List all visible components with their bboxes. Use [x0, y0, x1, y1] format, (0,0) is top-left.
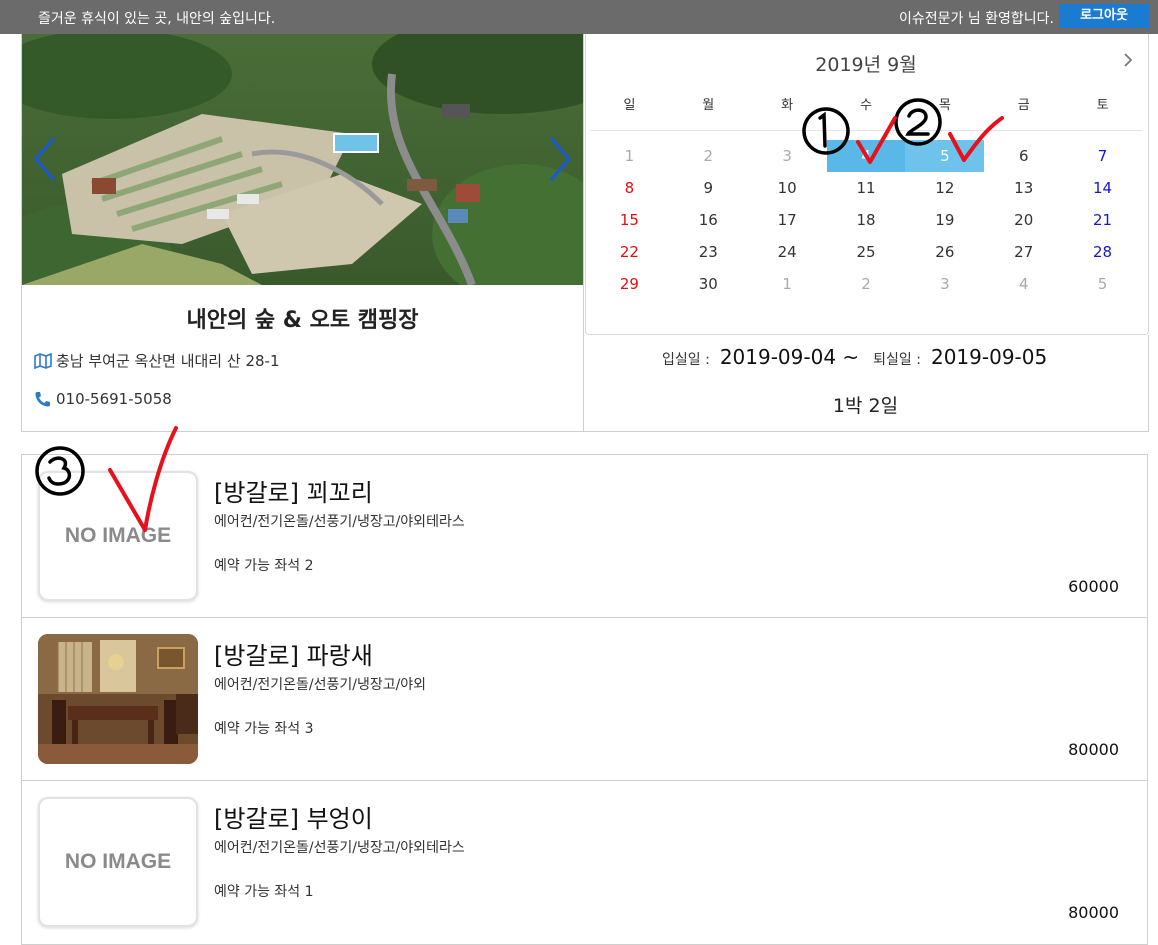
room-item[interactable]: [방갈로] 파랑새 에어컨/전기온돌/선풍기/냉장고/야외 예약 가능 좌석 3…	[22, 618, 1147, 781]
map-icon	[34, 352, 52, 369]
chevron-left-icon	[34, 137, 56, 181]
weekday-label: 토	[1096, 98, 1109, 113]
room-price: 60000	[1068, 577, 1119, 596]
calendar-day[interactable]: 2	[827, 268, 906, 300]
welcome-message: 이슈전문가 님 환영합니다.	[898, 11, 1054, 27]
calendar-day[interactable]: 5	[1063, 268, 1142, 300]
campsite-info: 내안의 숲 & 오토 캠핑장 충남 부여군 옥산면 내대리 산 28-1 010…	[21, 34, 584, 432]
calendar-day[interactable]: 18	[827, 204, 906, 236]
calendar-day[interactable]: 9	[669, 172, 748, 204]
room-price: 80000	[1068, 740, 1119, 759]
campsite-phone: 010-5691-5058	[34, 390, 172, 408]
room-list: NO IMAGE [방갈로] 꾀꼬리 에어컨/전기온돌/선풍기/냉장고/야외테라…	[21, 454, 1148, 945]
weekday-label: 수	[860, 98, 872, 113]
weekday-label: 금	[1017, 98, 1030, 113]
weekday-label: 일	[623, 98, 636, 113]
room-available-seats: 예약 가능 좌석 1	[214, 884, 314, 900]
weekday-label: 화	[781, 98, 794, 113]
calendar-day[interactable]: 11	[827, 172, 906, 204]
calendar-day[interactable]: 19	[905, 204, 984, 236]
booking-summary: 입실일 : 2019-09-04 ~ 퇴실일 : 2019-09-05 1박 2…	[584, 335, 1149, 432]
calendar-day[interactable]: 4	[826, 140, 906, 172]
room-name: [방갈로] 부엉이	[214, 805, 373, 833]
room-features: 에어컨/전기온돌/선풍기/냉장고/야외테라스	[214, 840, 465, 856]
checkout-value: 2019-09-05	[930, 345, 1048, 369]
calendar-day[interactable]: 14	[1063, 172, 1142, 204]
calendar-month-title: 2019년 9월	[815, 54, 917, 76]
calendar-day[interactable]: 6	[984, 140, 1063, 172]
checkin-label: 입실일 :	[662, 352, 710, 368]
calendar-day[interactable]: 15	[590, 204, 669, 236]
top-bar: 즐거운 휴식이 있는 곳, 내안의 숲입니다. 이슈전문가 님 환영합니다. 로…	[0, 0, 1158, 34]
campsite-photo	[22, 34, 583, 285]
room-name: [방갈로] 파랑새	[214, 642, 373, 670]
phone-text: 010-5691-5058	[56, 390, 172, 408]
calendar-day[interactable]: 5	[905, 140, 985, 172]
room-available-seats: 예약 가능 좌석 2	[214, 558, 314, 574]
calendar-day[interactable]: 12	[905, 172, 984, 204]
calendar-day[interactable]: 23	[669, 236, 748, 268]
calendar-day[interactable]: 27	[984, 236, 1063, 268]
calendar-day[interactable]: 13	[984, 172, 1063, 204]
weekday-label: 목	[938, 98, 951, 113]
calendar-day[interactable]: 8	[590, 172, 669, 204]
calendar-day[interactable]: 21	[1063, 204, 1142, 236]
calendar-day[interactable]: 10	[748, 172, 827, 204]
calendar-day[interactable]: 1	[748, 268, 827, 300]
photo-next-arrow[interactable]	[545, 134, 575, 184]
no-image-placeholder: NO IMAGE	[38, 471, 198, 601]
site-tagline: 즐거운 휴식이 있는 곳, 내안의 숲입니다.	[38, 11, 276, 27]
booking-dates: 입실일 : 2019-09-04 ~ 퇴실일 : 2019-09-05	[662, 345, 1061, 369]
calendar-day[interactable]: 3	[905, 268, 984, 300]
photo-prev-arrow[interactable]	[30, 134, 60, 184]
calendar-day[interactable]: 17	[748, 204, 827, 236]
calendar-day[interactable]: 2	[669, 140, 748, 172]
calendar-day[interactable]: 4	[984, 268, 1063, 300]
next-month-button[interactable]	[1120, 50, 1136, 70]
checkout-label: 퇴실일 :	[873, 352, 921, 368]
calendar-day[interactable]: 3	[748, 140, 827, 172]
chevron-right-icon	[1124, 53, 1133, 67]
calendar-day[interactable]: 24	[748, 236, 827, 268]
calendar-day[interactable]: 22	[590, 236, 669, 268]
calendar-day[interactable]: 28	[1063, 236, 1142, 268]
calendar-day[interactable]: 29	[590, 268, 669, 300]
room-item[interactable]: NO IMAGE [방갈로] 꾀꼬리 에어컨/전기온돌/선풍기/냉장고/야외테라…	[22, 455, 1147, 618]
room-photo	[38, 634, 198, 764]
calendar-day[interactable]: 1	[590, 140, 669, 172]
weekday-header: 일월화수목금토	[590, 94, 1142, 113]
no-image-placeholder: NO IMAGE	[38, 797, 198, 927]
checkin-value: 2019-09-04 ~	[719, 345, 860, 369]
address-text: 충남 부여군 옥산면 내대리 산 28-1	[56, 352, 280, 370]
calendar-day[interactable]: 20	[984, 204, 1063, 236]
room-available-seats: 예약 가능 좌석 3	[214, 721, 314, 737]
logout-button[interactable]: 로그아웃	[1059, 4, 1149, 28]
room-name: [방갈로] 꾀꼬리	[214, 479, 373, 507]
room-features: 에어컨/전기온돌/선풍기/냉장고/야외테라스	[214, 514, 465, 530]
calendar-day[interactable]: 30	[669, 268, 748, 300]
chevron-right-icon	[549, 137, 571, 181]
divider	[590, 130, 1142, 131]
campsite-address: 충남 부여군 옥산면 내대리 산 28-1	[34, 350, 280, 371]
room-item[interactable]: NO IMAGE [방갈로] 부엉이 에어컨/전기온돌/선풍기/냉장고/야외테라…	[22, 781, 1147, 944]
phone-icon	[35, 392, 50, 407]
calendar-day[interactable]: 25	[827, 236, 906, 268]
room-price: 80000	[1068, 903, 1119, 922]
weekday-label: 월	[702, 98, 715, 113]
stay-duration: 1박 2일	[832, 395, 899, 417]
room-features: 에어컨/전기온돌/선풍기/냉장고/야외	[214, 677, 427, 693]
campsite-name: 내안의 숲 & 오토 캠핑장	[186, 308, 419, 333]
calendar-days: 1 2 3 4 5 6 7 8 9 10 11 12 13 14 15 16 17 18 19 20 21 22 23 24 2…	[590, 140, 1142, 300]
calendar-day[interactable]: 16	[669, 204, 748, 236]
calendar-day[interactable]: 26	[905, 236, 984, 268]
date-picker-calendar: 2019년 9월 일월화수목금토 1 2 3 4 5 6 7 8 9 10 11 12 13 14 15 16…	[585, 34, 1149, 335]
calendar-day[interactable]: 7	[1063, 140, 1142, 172]
